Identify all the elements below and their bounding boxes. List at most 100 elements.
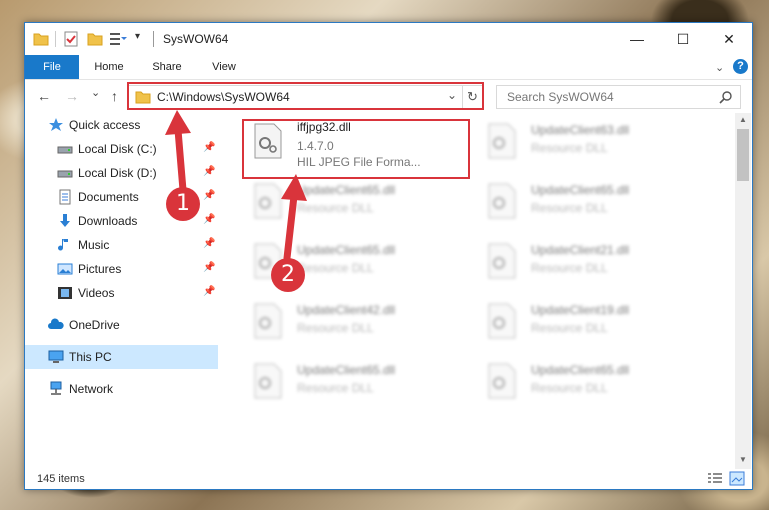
- dll-file-icon: [254, 183, 282, 219]
- tab-home[interactable]: Home: [83, 55, 135, 79]
- pin-icon: 📌: [203, 214, 216, 225]
- dll-file-icon: [488, 243, 516, 279]
- drive-icon: [57, 170, 73, 178]
- file-tile[interactable]: UpdateClient21.dll Resource DLL: [481, 237, 711, 293]
- downloads-icon: [60, 214, 70, 227]
- documents-icon: [59, 189, 71, 205]
- tab-file[interactable]: File: [25, 55, 79, 79]
- sidebar-item-music[interactable]: Music 📌: [25, 233, 218, 257]
- file-description: Resource DLL: [531, 261, 608, 275]
- up-button[interactable]: ↑: [111, 88, 118, 104]
- expand-ribbon-icon[interactable]: ⌄: [715, 61, 724, 74]
- scroll-down-icon[interactable]: ▼: [739, 455, 747, 464]
- cloud-icon: [48, 318, 64, 329]
- videos-icon: [58, 287, 72, 299]
- tab-share[interactable]: Share: [139, 55, 195, 79]
- sidebar-item-pictures[interactable]: Pictures 📌: [25, 257, 218, 281]
- sidebar-item-label: Pictures: [78, 262, 122, 276]
- file-tile[interactable]: UpdateClient63.dll Resource DLL: [481, 117, 711, 173]
- search-icon[interactable]: [719, 90, 733, 104]
- star-icon: [49, 118, 63, 131]
- back-button[interactable]: ←: [37, 88, 51, 104]
- file-description: Resource DLL: [531, 381, 608, 395]
- tab-view[interactable]: View: [199, 55, 249, 79]
- new-folder-icon[interactable]: [87, 31, 103, 47]
- minimize-button[interactable]: —: [614, 23, 660, 55]
- help-icon[interactable]: ?: [733, 59, 748, 74]
- sidebar-item-label: Network: [69, 382, 114, 396]
- file-tile[interactable]: UpdateClient65.dll Resource DLL: [247, 177, 477, 233]
- music-icon: [58, 239, 68, 251]
- file-name: UpdateClient21.dll: [531, 243, 630, 257]
- computer-icon: [48, 350, 64, 363]
- window-title: SysWOW64: [163, 32, 229, 46]
- recent-locations-button[interactable]: ⌄: [91, 86, 100, 99]
- vertical-scrollbar[interactable]: ▲ ▼: [735, 113, 751, 469]
- sidebar-item-label: This PC: [69, 350, 112, 364]
- file-description: Resource DLL: [297, 261, 374, 275]
- pin-icon: 📌: [203, 142, 216, 153]
- pin-icon: 📌: [203, 166, 216, 177]
- sidebar-item-label: OneDrive: [69, 318, 120, 332]
- search-box[interactable]: Search SysWOW64: [496, 85, 741, 109]
- file-tile[interactable]: UpdateClient65.dll Resource DLL: [481, 177, 711, 233]
- pin-icon: 📌: [203, 190, 216, 201]
- file-description: Resource DLL: [297, 321, 374, 335]
- address-bar-highlight: [127, 82, 484, 110]
- properties-icon[interactable]: [63, 31, 79, 47]
- pin-icon: 📌: [203, 262, 216, 273]
- large-icons-view-icon[interactable]: [729, 471, 745, 486]
- sidebar-item-onedrive[interactable]: OneDrive: [25, 313, 218, 337]
- customize-toolbar-icon[interactable]: [109, 31, 127, 47]
- scrollbar-thumb[interactable]: [737, 129, 749, 181]
- close-button[interactable]: ✕: [706, 23, 752, 55]
- sidebar-item-videos[interactable]: Videos 📌: [25, 281, 218, 305]
- search-input[interactable]: Search SysWOW64: [507, 90, 614, 104]
- file-name: UpdateClient65.dll: [297, 183, 396, 197]
- sidebar-item-label: Music: [78, 238, 110, 252]
- sidebar-item-network[interactable]: Network: [25, 377, 218, 401]
- scroll-up-icon[interactable]: ▲: [739, 115, 747, 124]
- drive-icon: [57, 146, 73, 154]
- file-name: UpdateClient65.dll: [531, 183, 630, 197]
- quick-access-dropdown-icon[interactable]: ▾: [135, 31, 140, 42]
- file-description: Resource DLL: [531, 201, 608, 215]
- dll-file-icon: [488, 363, 516, 399]
- dll-file-icon: [488, 183, 516, 219]
- file-tile[interactable]: UpdateClient65.dll Resource DLL: [481, 357, 711, 413]
- file-name: UpdateClient65.dll: [297, 363, 396, 377]
- sidebar-item-quick-access[interactable]: Quick access: [25, 113, 218, 137]
- file-name: UpdateClient65.dll: [531, 363, 630, 377]
- dll-file-icon: [254, 303, 282, 339]
- ribbon: File Home Share View ⌄ ?: [25, 55, 752, 80]
- status-bar: 145 items: [25, 469, 752, 489]
- dll-file-icon: [488, 303, 516, 339]
- sidebar-item-local-disk-c[interactable]: Local Disk (C:) 📌: [25, 137, 218, 161]
- pictures-icon: [57, 263, 73, 275]
- dll-file-icon: [488, 123, 516, 159]
- pin-icon: 📌: [203, 286, 216, 297]
- sidebar-item-label: Downloads: [78, 214, 138, 228]
- dll-file-icon: [254, 363, 282, 399]
- file-tile[interactable]: UpdateClient65.dll Resource DLL: [247, 357, 477, 413]
- sidebar-item-this-pc[interactable]: This PC: [25, 345, 218, 369]
- file-tile[interactable]: UpdateClient19.dll Resource DLL: [481, 297, 711, 353]
- sidebar-item-label: Videos: [78, 286, 115, 300]
- sidebar-item-label: Local Disk (D:): [78, 166, 157, 180]
- file-name: UpdateClient65.dll: [297, 243, 396, 257]
- forward-button[interactable]: →: [65, 88, 79, 104]
- pin-icon: 📌: [203, 238, 216, 249]
- file-description: Resource DLL: [531, 321, 608, 335]
- sidebar-item-label: Documents: [78, 190, 139, 204]
- folder-icon: [33, 33, 49, 46]
- item-count: 145 items: [37, 473, 85, 485]
- file-name: UpdateClient63.dll: [531, 123, 630, 137]
- sidebar-item-local-disk-d[interactable]: Local Disk (D:) 📌: [25, 161, 218, 185]
- file-tile[interactable]: UpdateClient42.dll Resource DLL: [247, 297, 477, 353]
- network-icon: [50, 381, 62, 395]
- sidebar-item-label: Quick access: [69, 118, 141, 132]
- file-highlight: [242, 119, 470, 179]
- file-description: Resource DLL: [297, 201, 374, 215]
- maximize-button[interactable]: ☐: [660, 23, 706, 55]
- details-view-icon[interactable]: [707, 472, 723, 486]
